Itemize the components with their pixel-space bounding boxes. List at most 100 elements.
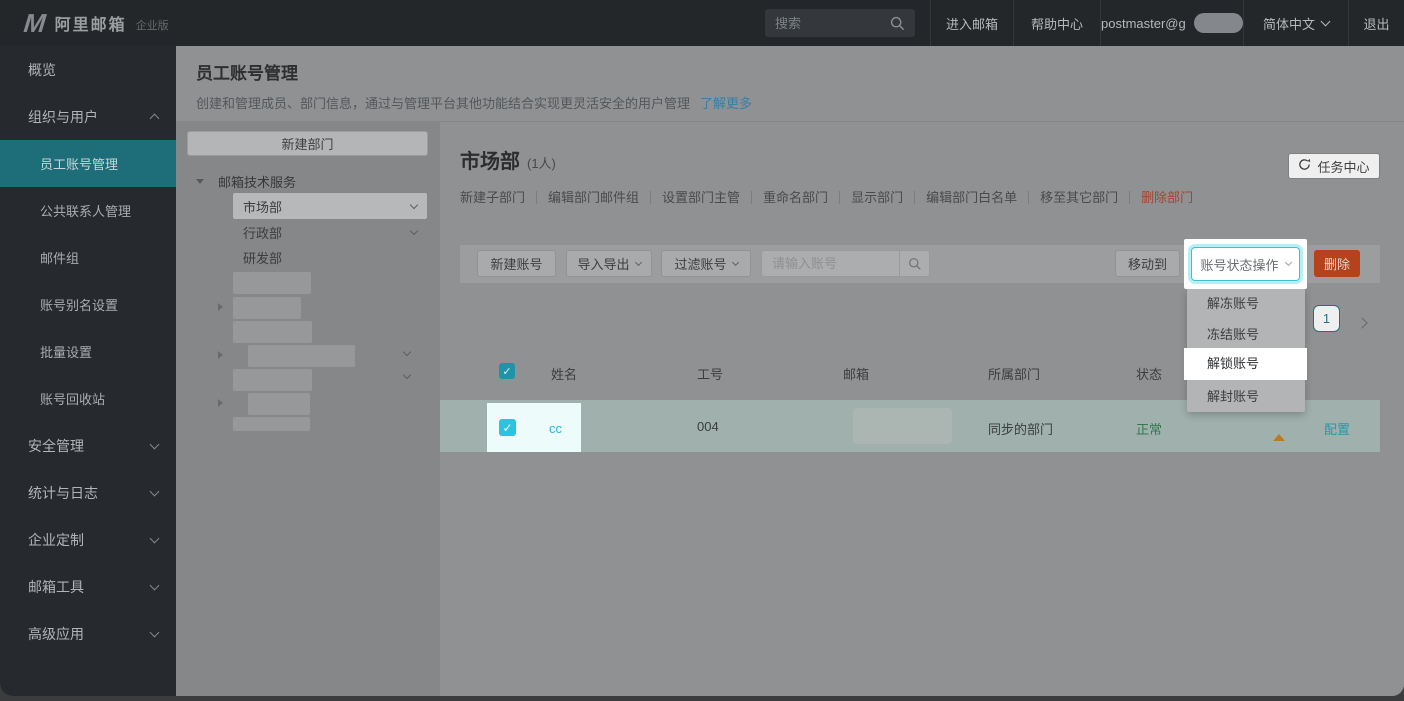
- department-actions: 新建子部门 编辑部门邮件组 设置部门主管 重命名部门 显示部门 编辑部门白名单 …: [460, 191, 1204, 204]
- tree-item-admin-dept[interactable]: 行政部: [233, 219, 427, 245]
- action-new-subdept[interactable]: 新建子部门: [460, 191, 537, 204]
- app-window: M 阿里邮箱 企业版 进入邮箱 帮助中心 postmaster@g 简体中文 退…: [0, 0, 1404, 696]
- account-search-input[interactable]: [762, 251, 899, 276]
- global-search[interactable]: [765, 9, 915, 37]
- new-account-button[interactable]: 新建账号: [477, 250, 556, 277]
- search-icon[interactable]: [899, 251, 929, 276]
- sidebar: 概览 组织与用户 员工账号管理 公共联系人管理 邮件组 账号别名设置 批量设置 …: [0, 46, 176, 696]
- help-center-link[interactable]: 帮助中心: [1013, 0, 1100, 46]
- cell-status: 正常: [1136, 419, 1162, 438]
- sidebar-item-advanced-apps[interactable]: 高级应用: [0, 610, 176, 657]
- chevron-down-icon[interactable]: [410, 226, 418, 234]
- brand: M 阿里邮箱 企业版: [24, 0, 169, 46]
- action-edit-dept-whitelist[interactable]: 编辑部门白名单: [915, 191, 1029, 204]
- account-redacted: [1194, 13, 1243, 33]
- tree-item-marketing-dept[interactable]: 市场部: [233, 193, 427, 219]
- enter-mailbox-link[interactable]: 进入邮箱: [930, 0, 1013, 46]
- move-to-button[interactable]: 移动到: [1115, 250, 1180, 277]
- redacted-department: [233, 321, 312, 343]
- column-header-status: 状态: [1136, 364, 1162, 383]
- account-menu[interactable]: postmaster@g: [1100, 0, 1243, 46]
- sidebar-item-security[interactable]: 安全管理: [0, 422, 176, 469]
- learn-more-link[interactable]: 了解更多: [700, 96, 752, 111]
- redacted-department: [233, 272, 311, 294]
- pagination-next-button[interactable]: [1358, 314, 1366, 332]
- refresh-icon: [1298, 158, 1311, 174]
- account-search[interactable]: [761, 250, 930, 277]
- row-checkbox[interactable]: ✓: [499, 419, 516, 436]
- page-title: 员工账号管理: [196, 59, 1404, 84]
- sidebar-item-overview[interactable]: 概览: [0, 46, 176, 93]
- account-status-ops-button[interactable]: 账号状态操作: [1191, 247, 1300, 281]
- cell-name: cc: [549, 421, 562, 436]
- page-header: 员工账号管理 创建和管理成员、部门信息，通过与管理平台其他功能结合实现更灵活安全…: [176, 46, 1404, 122]
- configure-link[interactable]: 配置: [1324, 419, 1350, 438]
- sidebar-item-mail-groups[interactable]: 邮件组: [0, 234, 176, 281]
- select-all-checkbox[interactable]: ✓: [499, 363, 515, 379]
- tour-spotlight-row: ✓ cc: [487, 403, 581, 452]
- department-tree-panel: 新建部门 邮箱技术服务 市场部 行政部 研发部: [176, 122, 440, 696]
- tour-spotlight-unlock-item[interactable]: 解锁账号: [1184, 348, 1307, 380]
- department-title: 市场部(1人): [460, 145, 556, 174]
- sidebar-item-enterprise-custom[interactable]: 企业定制: [0, 516, 176, 563]
- chevron-down-icon[interactable]: [403, 348, 411, 356]
- redacted-department: [248, 393, 310, 415]
- chevron-down-icon: [1284, 259, 1291, 266]
- chevron-down-icon[interactable]: [410, 200, 418, 208]
- tree-item-rd-dept[interactable]: 研发部: [233, 244, 427, 270]
- language-selector[interactable]: 简体中文: [1243, 0, 1348, 46]
- tour-spotlight-status-button: 账号状态操作: [1184, 239, 1307, 289]
- alimail-admin-screen: M 阿里邮箱 企业版 进入邮箱 帮助中心 postmaster@g 简体中文 退…: [0, 0, 1404, 701]
- action-set-dept-manager[interactable]: 设置部门主管: [651, 191, 752, 204]
- cell-email-redacted: [853, 408, 952, 444]
- action-delete-dept[interactable]: 删除部门: [1130, 191, 1204, 204]
- column-header-name: 姓名: [551, 364, 577, 383]
- chevron-down-icon: [150, 533, 160, 543]
- chevron-up-icon: [150, 114, 160, 124]
- action-move-to-other-dept[interactable]: 移至其它部门: [1029, 191, 1130, 204]
- column-header-employee-id: 工号: [697, 364, 723, 383]
- sidebar-item-account-recycle[interactable]: 账号回收站: [0, 375, 176, 422]
- redacted-department: [233, 417, 310, 431]
- chevron-down-icon: [634, 258, 641, 265]
- action-rename-dept[interactable]: 重命名部门: [752, 191, 840, 204]
- menu-item-unban-account[interactable]: 解封账号: [1187, 381, 1305, 412]
- cell-department: 同步的部门: [988, 419, 1053, 438]
- menu-item-freeze-account[interactable]: 冻结账号: [1187, 319, 1305, 350]
- task-center-button[interactable]: 任务中心: [1288, 153, 1380, 179]
- brand-name: 阿里邮箱: [55, 11, 127, 35]
- tree-root-department[interactable]: 邮箱技术服务: [196, 172, 296, 191]
- tree-collapsed-icon[interactable]: [218, 303, 223, 311]
- chevron-down-icon: [150, 627, 160, 637]
- tree-collapsed-icon[interactable]: [218, 351, 223, 359]
- manager-flag-icon[interactable]: [1273, 417, 1289, 433]
- column-header-email: 邮箱: [843, 364, 869, 383]
- sidebar-item-employee-accounts[interactable]: 员工账号管理: [0, 140, 176, 187]
- chevron-down-icon: [1321, 17, 1331, 27]
- chevron-down-icon: [731, 258, 738, 265]
- filter-account-button[interactable]: 过滤账号: [661, 250, 751, 277]
- import-export-button[interactable]: 导入导出: [566, 250, 652, 277]
- chevron-down-icon[interactable]: [403, 371, 411, 379]
- topbar: M 阿里邮箱 企业版 进入邮箱 帮助中心 postmaster@g 简体中文 退…: [0, 0, 1404, 46]
- sidebar-item-public-contacts[interactable]: 公共联系人管理: [0, 187, 176, 234]
- menu-item-unfreeze-account[interactable]: 解冻账号: [1187, 288, 1305, 319]
- chevron-down-icon: [150, 439, 160, 449]
- delete-button[interactable]: 删除: [1314, 250, 1360, 277]
- tree-expanded-icon[interactable]: [196, 179, 204, 184]
- sidebar-item-mail-tools[interactable]: 邮箱工具: [0, 563, 176, 610]
- new-department-button[interactable]: 新建部门: [187, 131, 428, 156]
- redacted-department: [248, 345, 355, 367]
- global-search-input[interactable]: [775, 16, 890, 31]
- search-icon[interactable]: [890, 16, 905, 31]
- tree-collapsed-icon[interactable]: [218, 399, 223, 407]
- sidebar-item-stats-logs[interactable]: 统计与日志: [0, 469, 176, 516]
- sidebar-item-account-alias[interactable]: 账号别名设置: [0, 281, 176, 328]
- sidebar-item-org-users[interactable]: 组织与用户: [0, 93, 176, 140]
- sidebar-item-batch-settings[interactable]: 批量设置: [0, 328, 176, 375]
- pagination-page-1[interactable]: 1: [1313, 305, 1340, 332]
- redacted-department: [233, 369, 312, 391]
- action-show-dept[interactable]: 显示部门: [840, 191, 915, 204]
- action-edit-dept-mailgroup[interactable]: 编辑部门邮件组: [537, 191, 651, 204]
- logout-link[interactable]: 退出: [1348, 0, 1404, 46]
